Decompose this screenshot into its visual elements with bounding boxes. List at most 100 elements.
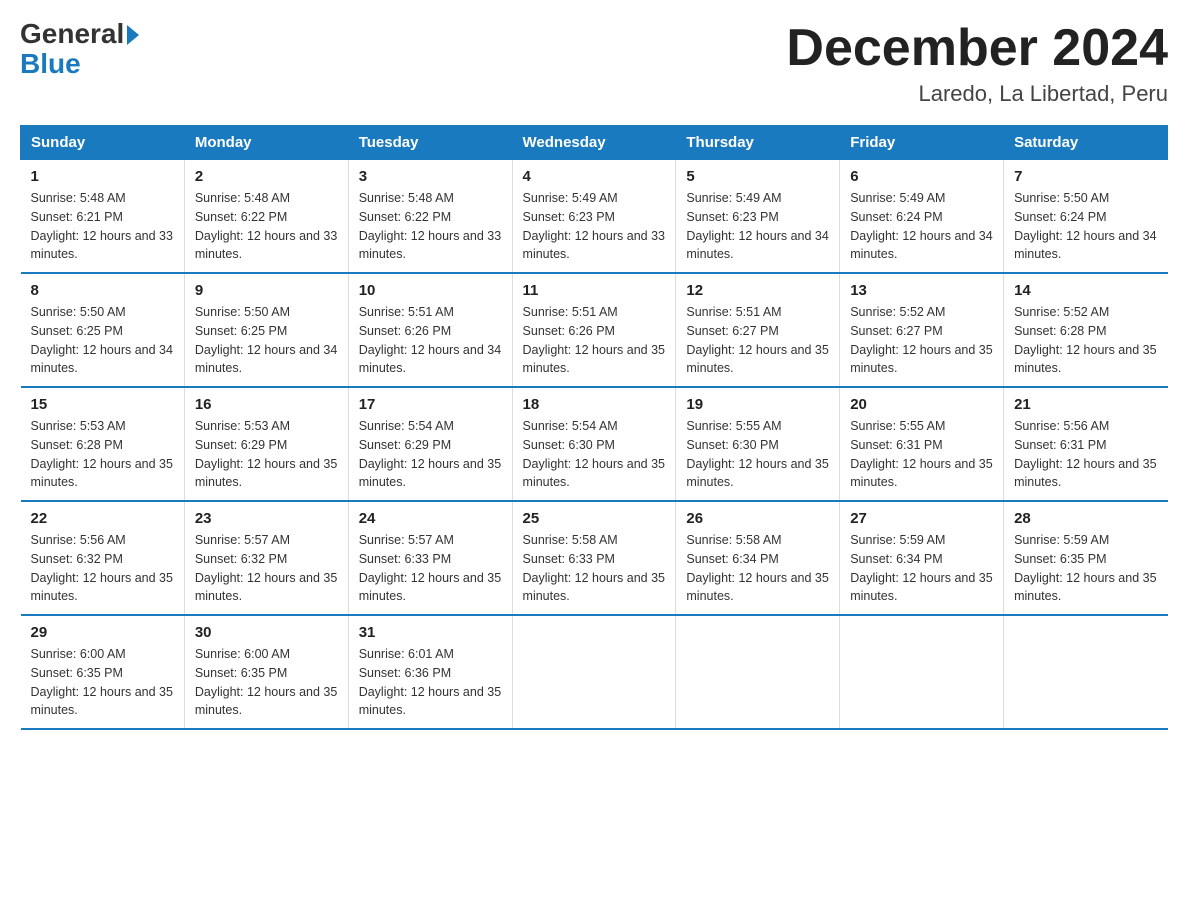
day-number: 22	[31, 510, 174, 527]
calendar-week-row: 29 Sunrise: 6:00 AMSunset: 6:35 PMDayligh…	[21, 615, 1168, 729]
calendar-cell: 7Sunrise: 5:50 AMSunset: 6:24 PMDaylight…	[1004, 160, 1168, 274]
day-info: Sunrise: 6:00 AMSunset: 6:35 PMDaylight:…	[31, 645, 174, 720]
day-number: 29	[31, 624, 174, 641]
day-number: 25	[523, 510, 666, 527]
day-number: 1	[31, 168, 174, 185]
weekday-header-monday: Monday	[184, 126, 348, 160]
day-number: 5	[686, 168, 829, 185]
calendar-table: SundayMondayTuesdayWednesdayThursdayFrid…	[20, 125, 1168, 730]
day-number: 27	[850, 510, 993, 527]
day-info: Sunrise: 5:48 AMSunset: 6:22 PMDaylight:…	[359, 189, 502, 264]
day-info: Sunrise: 5:56 AMSunset: 6:31 PMDaylight:…	[1014, 417, 1157, 492]
calendar-cell	[840, 615, 1004, 729]
day-info: Sunrise: 5:52 AMSunset: 6:27 PMDaylight:…	[850, 303, 993, 378]
weekday-header-friday: Friday	[840, 126, 1004, 160]
day-info: Sunrise: 5:49 AMSunset: 6:24 PMDaylight:…	[850, 189, 993, 264]
logo-arrow-icon	[127, 25, 139, 45]
calendar-cell: 31 Sunrise: 6:01 AMSunset: 6:36 PMDayligh…	[348, 615, 512, 729]
day-info: Sunrise: 5:51 AMSunset: 6:26 PMDaylight:…	[523, 303, 666, 378]
calendar-cell: 2 Sunrise: 5:48 AMSunset: 6:22 PMDaylight…	[184, 160, 348, 274]
day-number: 14	[1014, 282, 1157, 299]
calendar-cell: 20 Sunrise: 5:55 AMSunset: 6:31 PMDayligh…	[840, 387, 1004, 501]
calendar-cell: 25Sunrise: 5:58 AMSunset: 6:33 PMDayligh…	[512, 501, 676, 615]
calendar-cell: 5 Sunrise: 5:49 AMSunset: 6:23 PMDaylight…	[676, 160, 840, 274]
day-number: 12	[686, 282, 829, 299]
calendar-cell: 29 Sunrise: 6:00 AMSunset: 6:35 PMDayligh…	[21, 615, 185, 729]
logo-general-text: General	[20, 20, 124, 48]
calendar-week-row: 8 Sunrise: 5:50 AMSunset: 6:25 PMDaylight…	[21, 273, 1168, 387]
day-number: 31	[359, 624, 502, 641]
calendar-cell: 21Sunrise: 5:56 AMSunset: 6:31 PMDayligh…	[1004, 387, 1168, 501]
day-number: 2	[195, 168, 338, 185]
calendar-cell: 16Sunrise: 5:53 AMSunset: 6:29 PMDayligh…	[184, 387, 348, 501]
day-number: 26	[686, 510, 829, 527]
calendar-cell	[512, 615, 676, 729]
day-info: Sunrise: 5:58 AMSunset: 6:34 PMDaylight:…	[686, 531, 829, 606]
day-info: Sunrise: 5:56 AMSunset: 6:32 PMDaylight:…	[31, 531, 174, 606]
calendar-cell: 1 Sunrise: 5:48 AMSunset: 6:21 PMDaylight…	[21, 160, 185, 274]
calendar-week-row: 1 Sunrise: 5:48 AMSunset: 6:21 PMDaylight…	[21, 160, 1168, 274]
day-info: Sunrise: 5:50 AMSunset: 6:24 PMDaylight:…	[1014, 189, 1157, 264]
calendar-cell: 14 Sunrise: 5:52 AMSunset: 6:28 PMDayligh…	[1004, 273, 1168, 387]
calendar-cell: 15 Sunrise: 5:53 AMSunset: 6:28 PMDayligh…	[21, 387, 185, 501]
calendar-cell: 13 Sunrise: 5:52 AMSunset: 6:27 PMDayligh…	[840, 273, 1004, 387]
calendar-cell: 17 Sunrise: 5:54 AMSunset: 6:29 PMDayligh…	[348, 387, 512, 501]
calendar-cell: 27 Sunrise: 5:59 AMSunset: 6:34 PMDayligh…	[840, 501, 1004, 615]
calendar-cell: 22 Sunrise: 5:56 AMSunset: 6:32 PMDayligh…	[21, 501, 185, 615]
day-number: 23	[195, 510, 338, 527]
logo: General Blue	[20, 20, 139, 80]
day-info: Sunrise: 5:53 AMSunset: 6:28 PMDaylight:…	[31, 417, 174, 492]
title-block: December 2024 Laredo, La Libertad, Peru	[786, 20, 1168, 107]
calendar-cell: 9Sunrise: 5:50 AMSunset: 6:25 PMDaylight…	[184, 273, 348, 387]
day-number: 9	[195, 282, 338, 299]
day-info: Sunrise: 5:48 AMSunset: 6:22 PMDaylight:…	[195, 189, 338, 264]
day-info: Sunrise: 5:52 AMSunset: 6:28 PMDaylight:…	[1014, 303, 1157, 378]
day-number: 16	[195, 396, 338, 413]
calendar-cell: 3 Sunrise: 5:48 AMSunset: 6:22 PMDaylight…	[348, 160, 512, 274]
calendar-cell: 19 Sunrise: 5:55 AMSunset: 6:30 PMDayligh…	[676, 387, 840, 501]
day-info: Sunrise: 5:55 AMSunset: 6:31 PMDaylight:…	[850, 417, 993, 492]
day-info: Sunrise: 5:50 AMSunset: 6:25 PMDaylight:…	[31, 303, 174, 378]
day-info: Sunrise: 5:59 AMSunset: 6:35 PMDaylight:…	[1014, 531, 1157, 606]
day-number: 28	[1014, 510, 1157, 527]
day-number: 19	[686, 396, 829, 413]
weekday-header-saturday: Saturday	[1004, 126, 1168, 160]
day-info: Sunrise: 5:49 AMSunset: 6:23 PMDaylight:…	[686, 189, 829, 264]
day-info: Sunrise: 5:55 AMSunset: 6:30 PMDaylight:…	[686, 417, 829, 492]
calendar-header-row: SundayMondayTuesdayWednesdayThursdayFrid…	[21, 126, 1168, 160]
day-info: Sunrise: 6:00 AMSunset: 6:35 PMDaylight:…	[195, 645, 338, 720]
day-info: Sunrise: 5:57 AMSunset: 6:32 PMDaylight:…	[195, 531, 338, 606]
day-info: Sunrise: 5:49 AMSunset: 6:23 PMDaylight:…	[523, 189, 666, 264]
day-info: Sunrise: 5:48 AMSunset: 6:21 PMDaylight:…	[31, 189, 174, 264]
calendar-cell	[676, 615, 840, 729]
day-number: 4	[523, 168, 666, 185]
calendar-cell	[1004, 615, 1168, 729]
day-number: 3	[359, 168, 502, 185]
weekday-header-wednesday: Wednesday	[512, 126, 676, 160]
calendar-cell: 4 Sunrise: 5:49 AMSunset: 6:23 PMDaylight…	[512, 160, 676, 274]
day-info: Sunrise: 5:54 AMSunset: 6:30 PMDaylight:…	[523, 417, 666, 492]
day-number: 8	[31, 282, 174, 299]
day-number: 24	[359, 510, 502, 527]
calendar-cell: 6 Sunrise: 5:49 AMSunset: 6:24 PMDaylight…	[840, 160, 1004, 274]
logo-blue-text: Blue	[20, 48, 81, 80]
day-info: Sunrise: 6:01 AMSunset: 6:36 PMDaylight:…	[359, 645, 502, 720]
calendar-week-row: 22 Sunrise: 5:56 AMSunset: 6:32 PMDayligh…	[21, 501, 1168, 615]
day-info: Sunrise: 5:59 AMSunset: 6:34 PMDaylight:…	[850, 531, 993, 606]
calendar-cell: 10Sunrise: 5:51 AMSunset: 6:26 PMDayligh…	[348, 273, 512, 387]
day-number: 13	[850, 282, 993, 299]
day-info: Sunrise: 5:57 AMSunset: 6:33 PMDaylight:…	[359, 531, 502, 606]
calendar-title: December 2024	[786, 20, 1168, 77]
day-number: 30	[195, 624, 338, 641]
calendar-cell: 12Sunrise: 5:51 AMSunset: 6:27 PMDayligh…	[676, 273, 840, 387]
calendar-week-row: 15 Sunrise: 5:53 AMSunset: 6:28 PMDayligh…	[21, 387, 1168, 501]
day-number: 6	[850, 168, 993, 185]
day-number: 10	[359, 282, 502, 299]
day-number: 20	[850, 396, 993, 413]
weekday-header-tuesday: Tuesday	[348, 126, 512, 160]
calendar-cell: 18Sunrise: 5:54 AMSunset: 6:30 PMDayligh…	[512, 387, 676, 501]
day-number: 11	[523, 282, 666, 299]
day-number: 15	[31, 396, 174, 413]
day-info: Sunrise: 5:54 AMSunset: 6:29 PMDaylight:…	[359, 417, 502, 492]
day-number: 17	[359, 396, 502, 413]
